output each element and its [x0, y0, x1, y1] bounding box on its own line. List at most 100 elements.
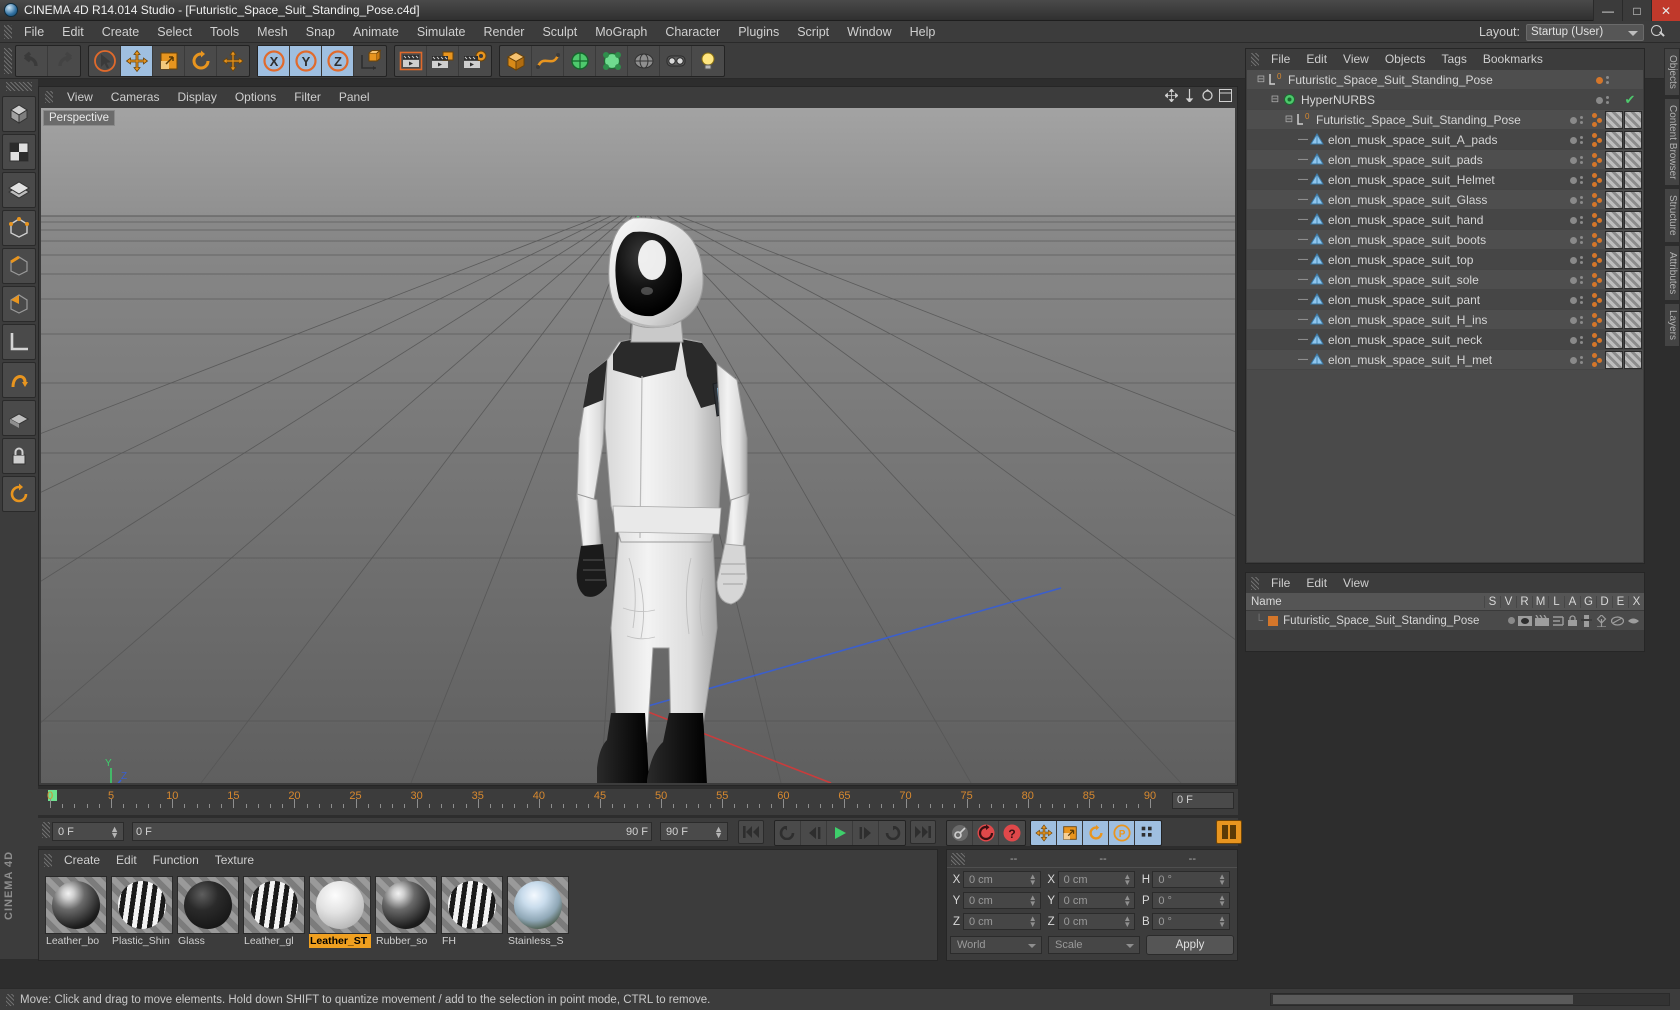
viewport-menu-options[interactable]: Options	[226, 89, 285, 105]
dock-tab-content-browser[interactable]: Content Browser	[1664, 97, 1680, 187]
object-row[interactable]: — elon_musk_space_suit_pads	[1247, 150, 1643, 170]
material-tag-icon[interactable]	[1624, 211, 1642, 229]
object-visibility-dots-icon[interactable]	[1579, 316, 1583, 324]
object-row[interactable]: — elon_musk_space_suit_top	[1247, 250, 1643, 270]
object-row[interactable]: ⊟ 0 Futuristic_Space_Suit_Standing_Pose	[1247, 110, 1643, 130]
record-active-objects-button[interactable]	[947, 821, 973, 845]
add-generator-button[interactable]	[564, 45, 596, 76]
object-row[interactable]: ⊟ 0 Futuristic_Space_Suit_Standing_Pose	[1247, 70, 1643, 90]
object-tree[interactable]: ⊟ 0 Futuristic_Space_Suit_Standing_Pose ⊟ Hy…	[1247, 70, 1643, 562]
autokeying-button[interactable]	[973, 821, 999, 845]
menu-item-edit[interactable]: Edit	[53, 23, 93, 41]
material-menu-edit[interactable]: Edit	[108, 852, 145, 868]
object-enable-dots[interactable]	[1561, 296, 1591, 304]
coordinate-value-field[interactable]: 0 cm ▲ ▼	[1057, 913, 1136, 930]
object-name[interactable]: elon_musk_space_suit_pads	[1328, 153, 1483, 167]
object-name[interactable]: elon_musk_space_suit_Glass	[1328, 193, 1487, 207]
object-enable-dots[interactable]	[1587, 76, 1617, 84]
menu-grip[interactable]	[4, 24, 12, 39]
play-button[interactable]	[827, 821, 853, 845]
timeline-layout-toggle-button[interactable]	[1216, 820, 1242, 844]
record-scale-button[interactable]	[1057, 821, 1083, 845]
spinner-arrows-icon[interactable]: ▲ ▼	[1123, 894, 1131, 908]
material-item[interactable]: Rubber_so	[375, 876, 437, 954]
viewport-menu-filter[interactable]: Filter	[285, 89, 330, 105]
current-frame-spinner[interactable]: 0 F ▲ ▼	[52, 822, 124, 841]
enable-axis-button[interactable]	[2, 362, 36, 398]
material-item[interactable]: Plastic_Shin	[111, 876, 173, 954]
layer-render-icon[interactable]	[1535, 614, 1549, 627]
viewport-zoom-icon[interactable]	[1183, 89, 1196, 103]
material-preview-thumbnail[interactable]	[507, 876, 569, 934]
object-visibility-dots-icon[interactable]	[1579, 136, 1583, 144]
object-material-dots-icon[interactable]	[1591, 291, 1605, 309]
material-tag-icon[interactable]	[1605, 311, 1623, 329]
material-item[interactable]: Leather_gl	[243, 876, 305, 954]
coordinate-value-field[interactable]: 0 ° ▲ ▼	[1152, 871, 1231, 888]
object-enable-dots[interactable]	[1561, 156, 1591, 164]
object-enable-dots[interactable]	[1561, 336, 1591, 344]
lock-workplane-button[interactable]	[2, 438, 36, 474]
object-name[interactable]: elon_musk_space_suit_Helmet	[1328, 173, 1495, 187]
material-name-label[interactable]: Rubber_so	[375, 934, 437, 948]
object-material-dots-icon[interactable]	[1591, 131, 1605, 149]
undo-button[interactable]	[16, 45, 48, 76]
toolbar-grip[interactable]	[4, 47, 12, 74]
material-tag-icon[interactable]	[1605, 151, 1623, 169]
point-mode-button[interactable]	[2, 210, 36, 246]
object-visibility-dot-icon[interactable]	[1569, 176, 1577, 184]
object-enable-dots[interactable]	[1561, 176, 1591, 184]
object-visibility-dot-icon[interactable]	[1569, 196, 1577, 204]
object-name[interactable]: elon_musk_space_suit_neck	[1328, 333, 1482, 347]
material-menu-texture[interactable]: Texture	[207, 852, 262, 868]
material-tag-icon[interactable]	[1624, 171, 1642, 189]
object-name[interactable]: elon_musk_space_suit_H_met	[1328, 353, 1492, 367]
object-name[interactable]: elon_musk_space_suit_boots	[1328, 233, 1486, 247]
menu-item-mograph[interactable]: MoGraph	[586, 23, 656, 41]
texture-mode-button[interactable]	[2, 134, 36, 170]
viewport-menu-display[interactable]: Display	[168, 89, 225, 105]
axis-modify-button[interactable]	[2, 324, 36, 360]
object-visibility-dots-icon[interactable]	[1605, 76, 1609, 84]
layer-deformer-icon[interactable]	[1611, 615, 1624, 627]
object-name[interactable]: Futuristic_Space_Suit_Standing_Pose	[1288, 73, 1493, 87]
scrollbar-thumb[interactable]	[1273, 995, 1573, 1004]
object-name[interactable]: HyperNURBS	[1301, 93, 1375, 107]
expand-collapse-toggle[interactable]: ⊟	[1269, 94, 1281, 105]
object-menu-tags[interactable]: Tags	[1434, 51, 1475, 67]
object-material-dots-icon[interactable]	[1591, 151, 1605, 169]
coordinate-value-field[interactable]: 0 cm ▲ ▼	[963, 871, 1041, 888]
go-to-start-button[interactable]	[738, 820, 764, 844]
record-position-button[interactable]	[1031, 821, 1057, 845]
material-tag-icon[interactable]	[1605, 111, 1623, 129]
spinner-arrows-icon[interactable]: ▲ ▼	[1123, 873, 1131, 887]
coordinate-value-field[interactable]: 0 cm ▲ ▼	[1057, 892, 1136, 909]
object-row[interactable]: — elon_musk_space_suit_boots	[1247, 230, 1643, 250]
material-preview-thumbnail[interactable]	[243, 876, 305, 934]
coordinate-value-field[interactable]: 0 ° ▲ ▼	[1152, 892, 1231, 909]
material-tag-icon[interactable]	[1624, 111, 1642, 129]
material-tag-icon[interactable]	[1624, 271, 1642, 289]
object-visibility-dot-icon[interactable]	[1569, 316, 1577, 324]
object-visibility-dots-icon[interactable]	[1579, 336, 1583, 344]
live-selection-tool-button[interactable]	[89, 45, 121, 76]
object-material-dots-icon[interactable]	[1591, 211, 1605, 229]
layout-dropdown[interactable]: Startup (User)	[1526, 23, 1644, 41]
object-visibility-dot-icon[interactable]	[1569, 336, 1577, 344]
object-row[interactable]: — elon_musk_space_suit_hand	[1247, 210, 1643, 230]
render-region-button[interactable]	[427, 45, 459, 76]
object-visibility-dot-icon[interactable]	[1569, 216, 1577, 224]
object-material-dots-icon[interactable]	[1591, 171, 1605, 189]
material-preview-thumbnail[interactable]	[441, 876, 503, 934]
object-name[interactable]: elon_musk_space_suit_A_pads	[1328, 133, 1497, 147]
material-list[interactable]: Leather_bo Plastic_Shin Glass Leather_gl Lea…	[41, 872, 935, 958]
go-to-end-button[interactable]	[910, 820, 936, 844]
object-row[interactable]: — elon_musk_space_suit_H_ins	[1247, 310, 1643, 330]
object-visibility-dots-icon[interactable]	[1579, 196, 1583, 204]
lock-z-axis-button[interactable]: Z	[322, 45, 354, 76]
object-visibility-dots-icon[interactable]	[1579, 356, 1583, 364]
object-row[interactable]: ⊟ HyperNURBS ✔	[1247, 90, 1643, 110]
make-editable-button[interactable]	[2, 96, 36, 132]
menu-item-plugins[interactable]: Plugins	[729, 23, 788, 41]
material-item[interactable]: FH	[441, 876, 503, 954]
